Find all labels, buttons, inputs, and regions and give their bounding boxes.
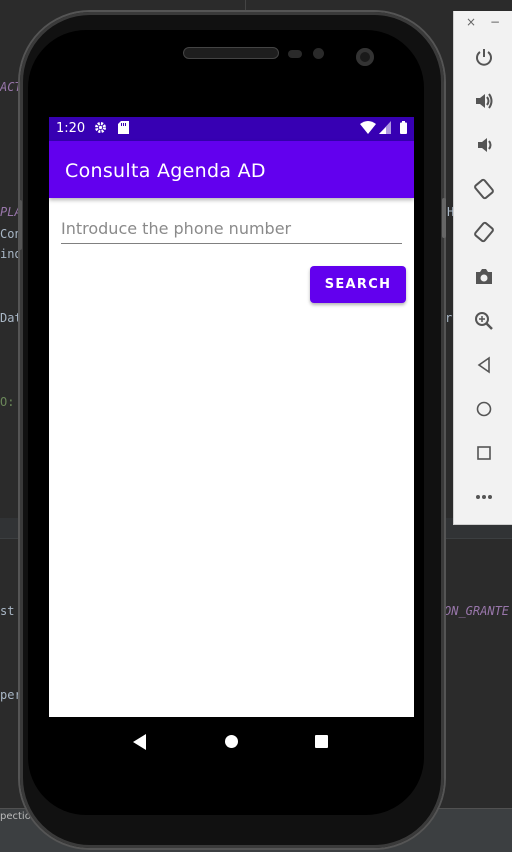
device-side-button: [442, 198, 446, 238]
signal-icon: [379, 121, 391, 137]
front-camera-icon: [356, 48, 374, 66]
code-fragment: st: [0, 604, 15, 618]
app-title: Consulta Agenda AD: [65, 160, 266, 182]
sensor-icon: [288, 50, 302, 58]
more-icon[interactable]: [454, 482, 512, 512]
settings-icon: [94, 121, 107, 137]
code-fragment: O:: [0, 395, 15, 409]
code-fragment: per: [0, 688, 22, 702]
home-icon[interactable]: [454, 394, 512, 424]
power-icon[interactable]: [454, 42, 512, 72]
status-bar: 1:20: [49, 117, 414, 141]
rotate-right-icon[interactable]: [454, 217, 512, 247]
code-fragment: r: [445, 311, 453, 325]
back-icon[interactable]: [454, 350, 512, 380]
sd-card-icon: [118, 121, 129, 137]
phone-number-input[interactable]: Introduce the phone number: [61, 217, 402, 244]
device-side-button: [18, 200, 22, 250]
minimize-icon[interactable]: −: [490, 15, 500, 29]
code-fragment: Dat: [0, 311, 22, 325]
code-fragment: ACT: [0, 80, 22, 94]
search-button[interactable]: SEARCH: [310, 266, 406, 303]
navigation-bar: [49, 717, 414, 766]
volume-down-icon[interactable]: [454, 130, 512, 160]
speaker-icon: [183, 47, 279, 59]
volume-up-icon[interactable]: [454, 86, 512, 116]
back-icon[interactable]: [133, 734, 146, 750]
emulator-toolbar: × −: [453, 11, 512, 525]
wifi-icon: [360, 121, 376, 137]
sensor-icon: [313, 48, 324, 59]
battery-icon: [400, 121, 407, 137]
code-fragment: ON_GRANTE: [444, 604, 510, 618]
home-icon[interactable]: [225, 735, 238, 748]
rotate-left-icon[interactable]: [454, 174, 512, 204]
recents-icon[interactable]: [315, 735, 328, 748]
overview-icon[interactable]: [454, 438, 512, 468]
zoom-icon[interactable]: [454, 306, 512, 336]
status-time: 1:20: [56, 121, 86, 136]
camera-icon[interactable]: [454, 262, 512, 292]
device-screen: 1:20 Consulta Agenda AD Introduce the ph…: [49, 117, 414, 766]
close-icon[interactable]: ×: [466, 15, 476, 29]
app-bar: Consulta Agenda AD: [49, 141, 414, 198]
